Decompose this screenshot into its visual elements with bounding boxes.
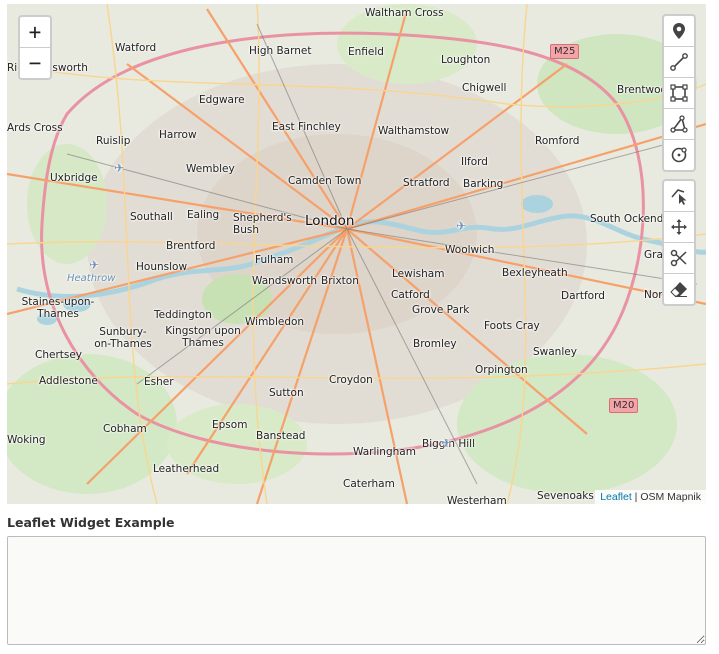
place-label: Warlingham — [353, 446, 416, 458]
place-label: Sutton — [269, 387, 304, 399]
edit-toolbar — [662, 179, 696, 306]
place-label: Orpington — [475, 364, 528, 376]
place-label: Woolwich — [445, 244, 495, 256]
place-label: Banstead — [256, 430, 306, 442]
place-label: Waltham Cross — [365, 7, 444, 19]
polyline-icon — [670, 53, 688, 71]
place-label: Brentford — [166, 240, 216, 252]
polygon-icon — [670, 115, 688, 133]
place-label: Wandsworth — [252, 275, 318, 287]
place-label: Shepherd's Bush — [233, 212, 292, 236]
airport-icon: ✈ — [441, 436, 452, 450]
geojson-textarea[interactable] — [7, 536, 706, 645]
zoom-out-button[interactable]: − — [20, 48, 50, 78]
place-label: Wimbledon — [245, 316, 305, 328]
place-label: Hounslow — [136, 261, 188, 273]
place-label: Leatherhead — [153, 463, 220, 475]
cut-button[interactable] — [664, 243, 694, 274]
place-label: Loughton — [441, 54, 491, 66]
edit-layers-button[interactable] — [664, 181, 694, 212]
airport-icon: ✈ — [89, 258, 100, 272]
place-label: Swanley — [533, 346, 577, 358]
place-label: Walthamstow — [378, 125, 450, 137]
place-label: Caterham — [343, 478, 395, 490]
place-label: Addlestone — [39, 375, 98, 387]
rectangle-icon — [670, 84, 688, 102]
airport-icon: ✈ — [456, 219, 467, 233]
zoom-in-button[interactable]: + — [20, 17, 50, 48]
place-label-city: London — [305, 213, 355, 229]
place-label: East Finchley — [272, 121, 341, 133]
move-button[interactable] — [664, 212, 694, 243]
draw-polyline-button[interactable] — [664, 47, 694, 78]
place-label: Brixton — [321, 275, 359, 287]
place-label: Ards Cross — [7, 122, 63, 134]
place-label: Sunbury-on-Thames — [94, 326, 152, 350]
draw-polygon-button[interactable] — [664, 109, 694, 140]
edit-icon — [671, 189, 687, 205]
place-label: Stratford — [403, 177, 450, 189]
place-label: Epsom — [212, 419, 248, 431]
cut-icon — [670, 249, 687, 267]
draw-rectangle-button[interactable] — [664, 78, 694, 109]
place-label: Woking — [7, 434, 46, 446]
place-label: Romford — [535, 135, 580, 147]
place-label: Cobham — [103, 423, 147, 435]
marker-icon — [673, 23, 685, 39]
place-label: Lewisham — [392, 268, 445, 280]
place-label: Enfield — [348, 46, 384, 58]
place-label: Uxbridge — [50, 172, 98, 184]
tile-provider: OSM Mapnik — [640, 491, 701, 503]
place-label: Ealing — [187, 209, 220, 221]
draw-circle-button[interactable] — [664, 140, 694, 170]
place-label: Westerham — [447, 495, 507, 504]
circle-icon — [671, 147, 687, 163]
map-attribution: Leaflet | OSM Mapnik — [595, 490, 706, 504]
place-label: Staines-upon-Thames — [21, 296, 95, 320]
motorway-shield: M25 — [550, 44, 580, 59]
place-label: Southall — [130, 211, 173, 223]
place-label: Chigwell — [462, 82, 507, 94]
draw-marker-button[interactable] — [664, 16, 694, 47]
airport-icon: ✈ — [114, 161, 125, 175]
place-label: Wembley — [186, 163, 235, 175]
place-label: Barking — [463, 178, 504, 190]
place-label: Edgware — [199, 94, 245, 106]
place-label: Chertsey — [35, 349, 83, 361]
place-label: Sevenoaks — [537, 490, 594, 502]
place-label: Foots Cray — [484, 320, 540, 332]
place-label: Bexleyheath — [502, 267, 568, 279]
place-label: Bromley — [413, 338, 457, 350]
motorway-shield: M20 — [609, 398, 639, 413]
place-label: High Barnet — [249, 45, 312, 57]
zoom-control: + − — [18, 15, 52, 80]
place-label: Catford — [391, 289, 430, 301]
place-label: Ruislip — [96, 135, 131, 147]
place-label: Esher — [144, 376, 174, 388]
place-label: Harrow — [159, 129, 197, 141]
place-label: Watford — [115, 42, 157, 54]
place-label: Camden Town — [288, 175, 362, 187]
place-label: Teddington — [154, 309, 212, 321]
map-container[interactable]: Waltham Cross Watford High Barnet Enfiel… — [7, 4, 706, 504]
place-label: Croydon — [329, 374, 373, 386]
place-label: Dartford — [561, 290, 605, 302]
eraser-icon — [670, 282, 687, 297]
leaflet-link[interactable]: Leaflet — [600, 491, 632, 503]
place-label-water: Heathrow — [67, 273, 116, 284]
draw-toolbar — [662, 14, 696, 172]
place-label: Fulham — [255, 254, 294, 266]
place-label: Grove Park — [412, 304, 470, 316]
delete-button[interactable] — [664, 274, 694, 304]
widget-label: Leaflet Widget Example — [7, 515, 175, 530]
place-label: Kingston upon Thames — [165, 325, 241, 349]
place-label: Ilford — [461, 156, 488, 168]
move-icon — [671, 219, 687, 235]
